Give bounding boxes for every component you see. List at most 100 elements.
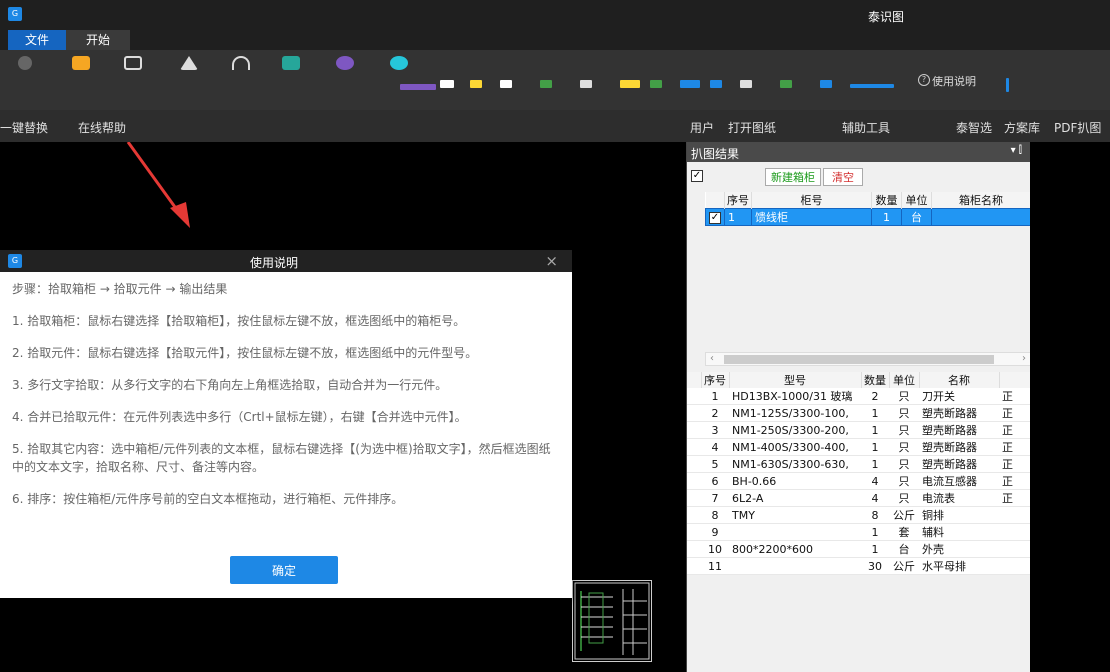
component-row[interactable]: 10 800*2200*600 1 台外壳: [687, 540, 1031, 558]
cabinet-name[interactable]: 馈线柜: [751, 208, 872, 226]
component-model[interactable]: 6L2-A: [729, 489, 861, 507]
component-row[interactable]: 8 TMY 8 公斤 铜排: [687, 506, 1031, 524]
cabinet-row[interactable]: ✓ 1 馈线柜 1 台: [705, 208, 1031, 226]
component-qty[interactable]: 4: [861, 489, 889, 507]
component-unit[interactable]: 只: [889, 489, 919, 507]
mini-icon[interactable]: [500, 80, 512, 88]
group-label-open-drawing[interactable]: 打开图纸: [728, 119, 776, 136]
component-row[interactable]: 2 NM1-125S/3300-100, 1 只塑壳断路器正: [687, 404, 1031, 422]
component-extra[interactable]: [999, 523, 1031, 541]
component-unit[interactable]: 只: [889, 421, 919, 439]
component-drag-handle[interactable]: [687, 557, 701, 575]
tool-icon[interactable]: [18, 56, 32, 70]
dialog-close-icon[interactable]: ×: [545, 252, 558, 270]
component-name[interactable]: 外壳: [919, 540, 999, 558]
component-name[interactable]: 刀开关: [919, 388, 999, 405]
usage-help-label[interactable]: 使用说明: [932, 73, 976, 89]
group-label-user[interactable]: 用户: [690, 119, 714, 136]
component-extra[interactable]: 正: [999, 404, 1031, 422]
up-icon[interactable]: [180, 56, 198, 70]
component-no[interactable]: 10: [701, 540, 729, 558]
component-model[interactable]: NM1-250S/3300-200,: [729, 421, 861, 439]
component-qty[interactable]: 1: [861, 404, 889, 422]
component-extra[interactable]: [999, 557, 1031, 575]
component-row[interactable]: 3 NM1-250S/3300-200, 1 只塑壳断路器正: [687, 421, 1031, 439]
component-drag-handle[interactable]: [687, 540, 701, 558]
mini-icon[interactable]: [620, 80, 640, 88]
group-label-scheme-library[interactable]: 方案库: [1004, 119, 1040, 136]
mini-icon[interactable]: [400, 84, 436, 90]
component-no[interactable]: 7: [701, 489, 729, 507]
component-drag-handle[interactable]: [687, 472, 701, 490]
scroll-thumb[interactable]: [724, 355, 994, 364]
component-no[interactable]: 1: [701, 388, 729, 405]
component-qty[interactable]: 1: [861, 438, 889, 456]
component-name[interactable]: 塑壳断路器: [919, 404, 999, 422]
component-qty[interactable]: 8: [861, 506, 889, 524]
mini-icon[interactable]: [440, 80, 454, 88]
component-unit[interactable]: 公斤: [889, 557, 919, 575]
component-name[interactable]: 水平母排: [919, 557, 999, 575]
component-model[interactable]: TMY: [729, 506, 861, 524]
pick-component-icon[interactable]: [336, 56, 354, 70]
component-row[interactable]: 4 NM1-400S/3300-400, 1 只塑壳断路器正: [687, 438, 1031, 456]
group-label-online-help[interactable]: 在线帮助: [78, 119, 126, 136]
scroll-right-icon[interactable]: ›: [1022, 353, 1026, 364]
component-model[interactable]: NM1-630S/3300-630,: [729, 455, 861, 473]
component-unit[interactable]: 只: [889, 455, 919, 473]
component-extra[interactable]: 正: [999, 421, 1031, 439]
component-drag-handle[interactable]: [687, 455, 701, 473]
cabinet-unit[interactable]: 台: [901, 208, 932, 226]
component-unit[interactable]: 公斤: [889, 506, 919, 524]
tab-file[interactable]: 文件: [8, 30, 66, 50]
component-name[interactable]: 塑壳断路器: [919, 455, 999, 473]
select-all-checkbox[interactable]: ✓: [691, 170, 703, 182]
clear-button[interactable]: 清空: [823, 168, 863, 186]
cabinet-qty[interactable]: 1: [871, 208, 902, 226]
group-label-assist-tools[interactable]: 辅助工具: [842, 119, 890, 136]
undo-icon[interactable]: [232, 56, 250, 70]
component-row[interactable]: 5 NM1-630S/3300-630, 1 只塑壳断路器正: [687, 455, 1031, 473]
component-extra[interactable]: 正: [999, 388, 1031, 405]
component-qty[interactable]: 1: [861, 540, 889, 558]
component-row[interactable]: 1 HD13BX-1000/31 玻璃 2 只刀开关正: [687, 388, 1031, 405]
component-qty[interactable]: 4: [861, 472, 889, 490]
component-extra[interactable]: 正: [999, 472, 1031, 490]
component-unit[interactable]: 台: [889, 540, 919, 558]
component-extra[interactable]: 正: [999, 489, 1031, 507]
component-unit[interactable]: 只: [889, 404, 919, 422]
mini-icon[interactable]: [780, 80, 792, 88]
mini-icon[interactable]: [580, 80, 592, 88]
new-cabinet-button[interactable]: 新建箱柜: [765, 168, 821, 186]
component-name[interactable]: 铜排: [919, 506, 999, 524]
component-qty[interactable]: 30: [861, 557, 889, 575]
component-row[interactable]: 9 1 套辅料: [687, 523, 1031, 541]
component-row[interactable]: 6 BH-0.66 4 只电流互感器正: [687, 472, 1031, 490]
mini-icon[interactable]: [740, 80, 752, 88]
select-icon[interactable]: [124, 56, 142, 70]
panel-pin-controls[interactable]: ▾ ⫿: [1011, 145, 1022, 156]
component-extra[interactable]: [999, 540, 1031, 558]
component-name[interactable]: 塑壳断路器: [919, 421, 999, 439]
group-label-smart-select[interactable]: 泰智选: [956, 119, 992, 136]
component-unit[interactable]: 只: [889, 388, 919, 405]
tab-start[interactable]: 开始: [66, 30, 130, 50]
component-extra[interactable]: 正: [999, 455, 1031, 473]
component-model[interactable]: 800*2200*600: [729, 540, 861, 558]
component-no[interactable]: 2: [701, 404, 729, 422]
component-unit[interactable]: 只: [889, 438, 919, 456]
export-icon[interactable]: [390, 56, 408, 70]
component-row[interactable]: 7 6L2-A 4 只电流表正: [687, 489, 1031, 507]
cabinet-no[interactable]: 1: [724, 208, 752, 226]
cad-drawing-thumbnail[interactable]: [572, 580, 652, 662]
cabinet-cab-name[interactable]: [931, 208, 1031, 226]
mini-icon[interactable]: [650, 80, 662, 88]
component-name[interactable]: 辅料: [919, 523, 999, 541]
component-no[interactable]: 6: [701, 472, 729, 490]
component-no[interactable]: 4: [701, 438, 729, 456]
group-label-pdf-extract[interactable]: PDF扒图: [1054, 119, 1101, 136]
component-no[interactable]: 3: [701, 421, 729, 439]
component-drag-handle[interactable]: [687, 404, 701, 422]
component-unit[interactable]: 套: [889, 523, 919, 541]
component-name[interactable]: 电流表: [919, 489, 999, 507]
